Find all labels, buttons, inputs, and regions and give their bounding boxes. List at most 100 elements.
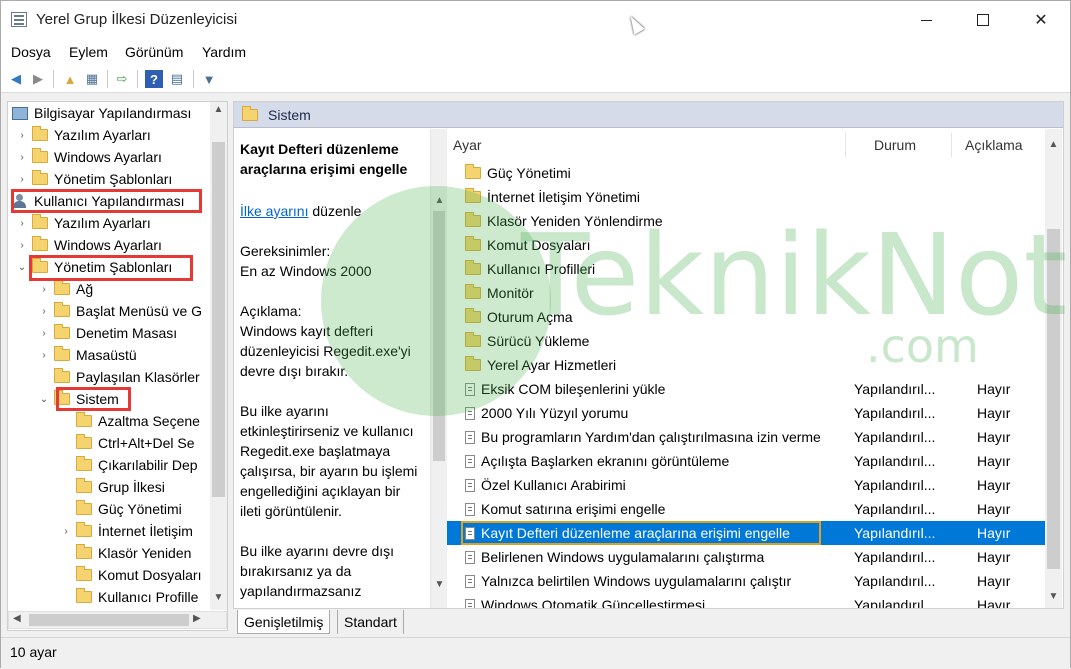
show-hide-tree-icon[interactable]: ▦ [83, 70, 101, 88]
tree-item-computer-config[interactable]: Bilgisayar Yapılandırması [12, 102, 191, 124]
list-item-setting[interactable]: Bu programların Yardım'dan çalıştırılmas… [447, 425, 1047, 449]
column-separator[interactable] [951, 133, 952, 157]
tree-item[interactable]: Çıkarılabilir Dep [60, 454, 198, 476]
list-item-folder[interactable]: Monitör [447, 281, 1047, 305]
list-item-folder[interactable]: Güç Yönetimi [447, 161, 1047, 185]
setting-state: Yapılandırıl... [854, 405, 936, 421]
tree-item[interactable]: › Windows Ayarları [16, 234, 162, 256]
tree-item[interactable]: Komut Dosyaları [60, 564, 201, 586]
up-folder-icon[interactable]: ▲ [61, 70, 79, 88]
list-item-setting[interactable]: Belirlenen Windows uygulamalarını çalışt… [447, 545, 1047, 569]
expand-icon[interactable]: › [38, 328, 50, 339]
setting-comment: Hayır [977, 597, 1011, 609]
expand-icon[interactable]: › [38, 350, 50, 361]
scroll-right-icon[interactable]: ▶ [193, 613, 201, 624]
column-header-state[interactable]: Durum [874, 129, 916, 161]
tree-horizontal-scrollbar[interactable]: ◀ ▶ [8, 611, 227, 629]
tree-item[interactable]: Azaltma Seçene [60, 410, 200, 432]
column-header-comment[interactable]: Açıklama [965, 129, 1023, 161]
list-item-folder[interactable]: İnternet İletişim Yönetimi [447, 185, 1047, 209]
list-item-setting[interactable]: 2000 Yılı Yüzyıl yorumu Yapılandırıl... Ha… [447, 401, 1047, 425]
expand-icon[interactable]: › [16, 130, 28, 141]
tab-extended[interactable]: Genişletilmiş [237, 610, 331, 634]
column-separator[interactable] [845, 133, 846, 157]
properties-icon[interactable]: ▤ [168, 70, 186, 88]
menu-file[interactable]: Dosya [11, 44, 51, 60]
setting-state: Yapılandırıl... [854, 453, 936, 469]
list-item-folder[interactable]: Kullanıcı Profilleri [447, 257, 1047, 281]
tree-item[interactable]: › Masaüstü [38, 344, 137, 366]
scroll-up-icon[interactable]: ▲ [210, 104, 227, 115]
toolbar-separator [53, 70, 54, 88]
menu-view[interactable]: Görünüm [125, 44, 183, 60]
scroll-down-icon[interactable]: ▼ [1045, 591, 1062, 602]
menu-action[interactable]: Eylem [69, 44, 108, 60]
tree-item[interactable]: › Yazılım Ayarları [16, 124, 151, 146]
expand-icon[interactable]: › [16, 174, 28, 185]
list-item-setting[interactable]: Özel Kullanıcı Arabirimi Yapılandırıl... H… [447, 473, 1047, 497]
scroll-thumb[interactable] [433, 211, 445, 461]
tree-item[interactable]: › Ağ [38, 278, 93, 300]
tree-item[interactable]: › Windows Ayarları [16, 146, 162, 168]
tree-item[interactable]: Grup İlkesi [60, 476, 165, 498]
setting-comment: Hayır [977, 429, 1011, 445]
scroll-down-icon[interactable]: ▼ [431, 579, 448, 590]
expand-icon[interactable]: › [60, 526, 72, 537]
tree-item[interactable]: Ctrl+Alt+Del Se [60, 432, 194, 454]
scroll-up-icon[interactable]: ▲ [1045, 139, 1062, 150]
column-header-setting[interactable]: Ayar [453, 129, 482, 161]
forward-icon[interactable]: ▶ [29, 70, 47, 88]
expand-icon[interactable]: › [38, 306, 50, 317]
minimize-button[interactable] [897, 1, 955, 39]
help-icon[interactable]: ? [145, 70, 163, 88]
scroll-left-icon[interactable]: ◀ [13, 613, 21, 624]
expand-icon[interactable]: › [16, 152, 28, 163]
setting-state: Yapılandırıl... [854, 573, 936, 589]
list-item-setting[interactable]: Açılışta Başlarken ekranını görüntüleme Y… [447, 449, 1047, 473]
scroll-thumb[interactable] [1047, 229, 1060, 569]
expand-icon[interactable]: › [38, 284, 50, 295]
list-item-folder[interactable]: Sürücü Yükleme [447, 329, 1047, 353]
tab-standard[interactable]: Standart [337, 610, 404, 634]
expand-icon[interactable]: › [16, 218, 28, 229]
close-button[interactable]: ✕ [1012, 1, 1070, 39]
expand-icon[interactable]: › [16, 240, 28, 251]
window-title: Yerel Grup İlkesi Düzenleyicisi [36, 11, 238, 28]
tree-item[interactable]: › Denetim Masası [38, 322, 177, 344]
tree-item[interactable]: › Yazılım Ayarları [16, 212, 151, 234]
list-item-setting[interactable]: Windows Otomatik Güncelleştirmesi Yapılan… [447, 593, 1047, 609]
setting-name: Sürücü Yükleme [465, 332, 589, 349]
list-item-folder[interactable]: Komut Dosyaları [447, 233, 1047, 257]
tree-item[interactable]: › Yönetim Şablonları [16, 168, 172, 190]
edit-policy-link[interactable]: İlke ayarını [240, 203, 308, 219]
filter-icon[interactable]: ▼ [200, 70, 218, 88]
tree-item[interactable]: Kullanıcı Profille [60, 586, 198, 608]
scroll-up-icon[interactable]: ▲ [431, 195, 448, 206]
scroll-thumb[interactable] [212, 142, 225, 497]
setting-state: Yapılandırıl... [854, 525, 936, 541]
list-item-setting[interactable]: Komut satırına erişimi engelle Yapılandır… [447, 497, 1047, 521]
list-item-folder[interactable]: Oturum Açma [447, 305, 1047, 329]
list-vertical-scrollbar[interactable]: ▲ ▼ [1045, 129, 1062, 608]
view-tabs: Genişletilmiş Standart [233, 610, 633, 634]
list-item-setting[interactable]: Yalnızca belirtilen Windows uygulamaları… [447, 569, 1047, 593]
folder-icon [32, 126, 48, 141]
collapse-icon[interactable]: ⌄ [38, 394, 50, 405]
scroll-down-icon[interactable]: ▼ [210, 592, 227, 603]
maximize-button[interactable] [954, 1, 1012, 39]
collapse-icon[interactable]: ⌄ [16, 262, 28, 273]
tree-item[interactable]: Güç Yönetimi [60, 498, 182, 520]
scroll-thumb[interactable] [29, 614, 189, 626]
list-item-folder[interactable]: Yerel Ayar Hizmetleri [447, 353, 1047, 377]
tree-vertical-scrollbar[interactable]: ▲ ▼ [210, 102, 227, 610]
list-item-folder[interactable]: Klasör Yeniden Yönlendirme [447, 209, 1047, 233]
menu-help[interactable]: Yardım [202, 44, 246, 60]
export-list-icon[interactable]: ⇨ [113, 70, 131, 88]
tree-item[interactable]: Klasör Yeniden [60, 542, 191, 564]
description-scrollbar[interactable]: ▲ ▼ [430, 129, 448, 608]
tree-item[interactable]: › İnternet İletişim [60, 520, 193, 542]
list-item-setting[interactable]: Eksik COM bileşenlerini yükle Yapılandırı… [447, 377, 1047, 401]
tree-item[interactable]: › Başlat Menüsü ve G [38, 300, 202, 322]
tree-item[interactable]: Paylaşılan Klasörler [38, 366, 200, 388]
back-icon[interactable]: ◀ [7, 70, 25, 88]
